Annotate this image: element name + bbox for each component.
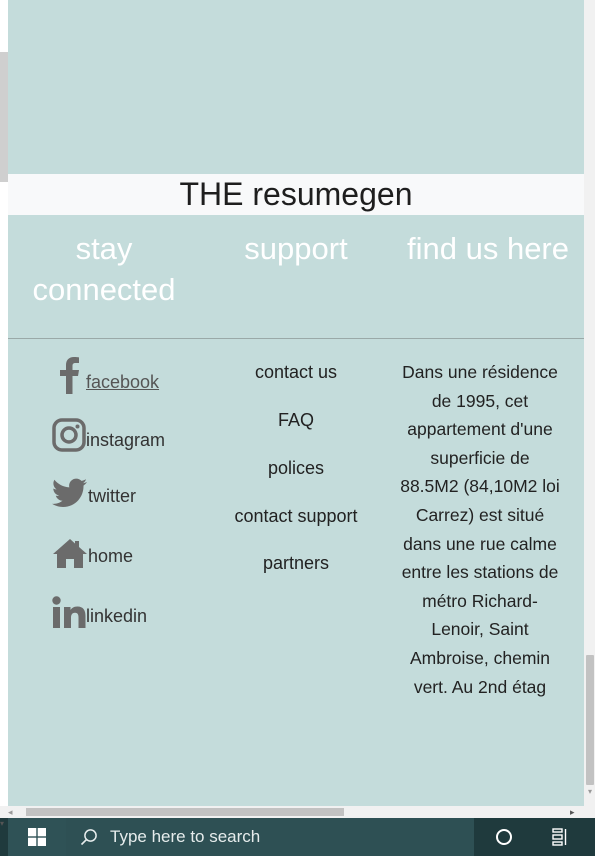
start-button[interactable]: [8, 818, 66, 856]
linkedin-icon: [52, 596, 86, 628]
taskbar-search-box[interactable]: Type here to search: [66, 818, 474, 856]
social-link-linkedin[interactable]: linkedin: [52, 596, 147, 628]
social-link-instagram[interactable]: instagram: [52, 418, 165, 452]
instagram-icon: [52, 418, 86, 452]
support-link-partners[interactable]: partners: [200, 552, 392, 574]
support-link-contact-us[interactable]: contact us: [200, 361, 392, 383]
social-label-instagram: instagram: [86, 430, 166, 450]
cortana-button[interactable]: [484, 818, 524, 856]
overflow-arrow-icon: ▾: [0, 819, 5, 828]
social-label-linkedin: linkedin: [86, 606, 148, 626]
cortana-icon: [496, 829, 512, 845]
footer-page: THE resumegen stay connected support fin…: [8, 0, 584, 806]
support-link-polices[interactable]: polices: [200, 457, 392, 479]
social-link-twitter[interactable]: twitter: [52, 478, 136, 508]
search-placeholder: Type here to search: [110, 827, 261, 846]
home-icon: [53, 539, 87, 568]
browser-viewport: THE resumegen stay connected support fin…: [0, 0, 595, 856]
social-label-twitter: twitter: [88, 486, 137, 506]
heading-stay-connected: stay connected: [32, 231, 176, 307]
scroll-right-arrow-icon[interactable]: ▸: [570, 806, 580, 818]
scroll-left-arrow-icon[interactable]: ◂: [8, 806, 18, 818]
support-link-contact-support[interactable]: contact support: [200, 505, 392, 527]
social-label-facebook[interactable]: facebook: [86, 372, 159, 394]
support-link-faq[interactable]: FAQ: [200, 409, 392, 431]
facebook-icon: [60, 357, 79, 394]
social-link-facebook[interactable]: facebook: [52, 356, 159, 394]
vertical-scroll-thumb[interactable]: [586, 655, 594, 785]
left-scroll-thumb[interactable]: [0, 52, 8, 182]
twitter-icon: [52, 478, 87, 507]
social-link-home[interactable]: home: [52, 538, 133, 568]
horizontal-scroll-thumb[interactable]: [26, 808, 344, 816]
task-view-icon: [552, 828, 567, 846]
scroll-down-arrow-icon[interactable]: ▾: [586, 788, 594, 796]
search-icon: [80, 829, 97, 846]
heading-support: support: [244, 231, 348, 266]
brand-title: THE resumegen: [179, 176, 413, 212]
brand-bar: THE resumegen: [8, 174, 584, 215]
social-label-home: home: [88, 546, 134, 566]
heading-find-us: find us here: [407, 231, 569, 266]
windows-logo-icon: [28, 828, 46, 846]
footer-divider: [8, 338, 584, 339]
address-text: Dans une résidence de 1995, cet appartem…: [400, 362, 560, 697]
task-view-button[interactable]: [540, 818, 580, 856]
